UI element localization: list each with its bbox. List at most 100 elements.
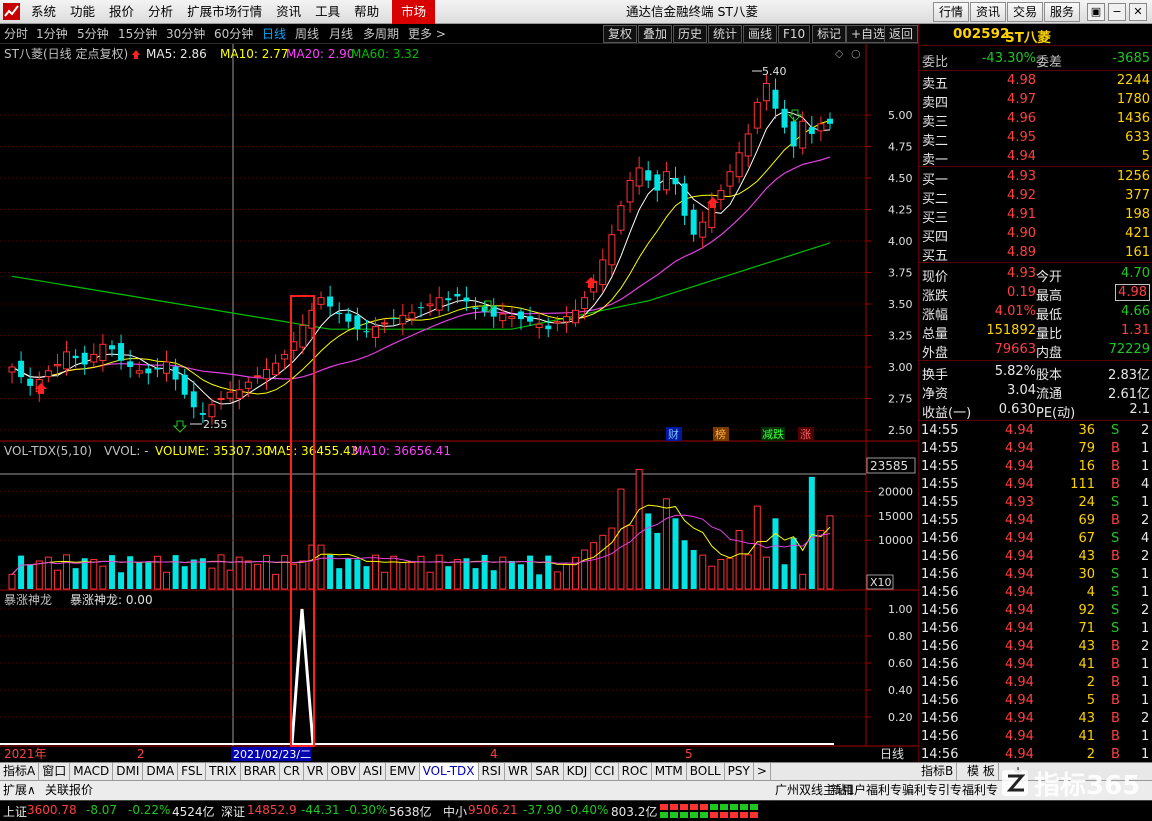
- tick-row[interactable]: 14:56 4.94 43 B 2: [919, 711, 1152, 729]
- restore-icon[interactable]: ▣: [1087, 3, 1105, 21]
- period-5min[interactable]: 5分钟: [77, 24, 109, 44]
- tick-row[interactable]: 14:56 4.94 43 B 2: [919, 549, 1152, 567]
- tick-row[interactable]: 14:56 4.94 92 S 2: [919, 603, 1152, 621]
- menu-market[interactable]: 市场: [392, 0, 436, 24]
- indicator-tab-macd[interactable]: MACD: [70, 763, 114, 780]
- indicator-tab-[interactable]: 窗口: [39, 763, 71, 780]
- overlay-button[interactable]: 叠加: [638, 25, 673, 43]
- ask-level[interactable]: 卖二 4.95 633: [919, 129, 1152, 149]
- menu-analysis[interactable]: 分析: [141, 0, 180, 24]
- close-icon[interactable]: ✕: [1129, 3, 1147, 21]
- finance-row[interactable]: 净资 3.04 流通 2.61亿: [919, 382, 1152, 402]
- sz-index[interactable]: 14852.9: [247, 803, 297, 817]
- scrolling-news[interactable]: 新用户福利专骗利专引专福利专: [830, 781, 998, 800]
- indicator-tab-fsl[interactable]: FSL: [178, 763, 207, 780]
- indicator-tab-a[interactable]: 指标A: [0, 763, 40, 780]
- indicator-tab-dma[interactable]: DMA: [143, 763, 179, 780]
- period-daily[interactable]: 日线: [262, 24, 286, 44]
- indicator-b-tab[interactable]: 指标B: [918, 763, 958, 780]
- finance-row[interactable]: 收益(一) 0.630 PE(动) 2.1: [919, 401, 1152, 421]
- period-multi[interactable]: 多周期: [363, 24, 399, 44]
- period-more[interactable]: 更多 >: [408, 24, 446, 44]
- quotes-button[interactable]: 行情: [933, 2, 970, 22]
- tick-row[interactable]: 14:56 4.94 71 S 1: [919, 621, 1152, 639]
- tick-row[interactable]: 14:56 4.94 41 B 1: [919, 657, 1152, 675]
- period-weekly[interactable]: 周线: [295, 24, 319, 44]
- service-button[interactable]: 服务: [1044, 2, 1081, 22]
- bid-level[interactable]: 买一 4.93 1256: [919, 168, 1152, 188]
- tick-row[interactable]: 14:55 4.94 111 B 4: [919, 477, 1152, 495]
- stat-row[interactable]: 总量 151892 量比 1.31: [919, 322, 1152, 342]
- expand-button[interactable]: 扩展∧: [3, 781, 36, 800]
- tick-row[interactable]: 14:55 4.93 24 S 1: [919, 495, 1152, 513]
- news-button[interactable]: 资讯: [970, 2, 1007, 22]
- chart-area[interactable]: ST八菱(日线 定点复权) MA5: 2.86 MA10: 2.77 MA20:…: [0, 44, 918, 762]
- indicator-tab-psy[interactable]: PSY: [725, 763, 754, 780]
- bid-level[interactable]: 买五 4.89 161: [919, 244, 1152, 264]
- related-quote-button[interactable]: 关联报价: [45, 781, 93, 800]
- indicator-tab-cci[interactable]: CCI: [591, 763, 619, 780]
- f10-button[interactable]: F10: [778, 25, 811, 43]
- indicator-tab-boll[interactable]: BOLL: [687, 763, 725, 780]
- indicator-tab-dmi[interactable]: DMI: [113, 763, 144, 780]
- ask-level[interactable]: 卖三 4.96 1436: [919, 110, 1152, 130]
- statistics-button[interactable]: 统计: [708, 25, 743, 43]
- tick-row[interactable]: 14:55 4.94 69 B 2: [919, 513, 1152, 531]
- template-tab[interactable]: 模 板: [964, 763, 999, 780]
- period-monthly[interactable]: 月线: [329, 24, 353, 44]
- menu-extended-market[interactable]: 扩展市场行情: [180, 0, 269, 24]
- ask-level[interactable]: 卖五 4.98 2244: [919, 72, 1152, 92]
- adjust-button[interactable]: 复权: [603, 25, 638, 43]
- period-intraday[interactable]: 分时: [4, 24, 28, 44]
- indicator-tab-asi[interactable]: ASI: [360, 763, 387, 780]
- zx-index[interactable]: 9506.21: [468, 803, 518, 817]
- stat-row[interactable]: 涨幅 4.01% 最低 4.66: [919, 303, 1152, 323]
- menu-help[interactable]: 帮助: [347, 0, 386, 24]
- back-button[interactable]: 返回: [884, 25, 918, 43]
- sh-index[interactable]: 3600.78: [27, 803, 77, 817]
- indicator-tab-obv[interactable]: OBV: [328, 763, 361, 780]
- finance-row[interactable]: 换手 5.82% 股本 2.83亿: [919, 363, 1152, 383]
- indicator-tab-wr[interactable]: WR: [505, 763, 533, 780]
- trade-button[interactable]: 交易: [1007, 2, 1044, 22]
- indicator-tab-brar[interactable]: BRAR: [241, 763, 281, 780]
- tick-row[interactable]: 14:56 4.94 43 B 2: [919, 639, 1152, 657]
- indicator-tab-sar[interactable]: SAR: [532, 763, 564, 780]
- period-15min[interactable]: 15分钟: [118, 24, 157, 44]
- indicator-tab-emv[interactable]: EMV: [386, 763, 420, 780]
- diamond-icon[interactable]: ◇: [835, 47, 844, 60]
- ask-level[interactable]: 卖四 4.97 1780: [919, 91, 1152, 111]
- menu-function[interactable]: 功能: [63, 0, 102, 24]
- menu-news[interactable]: 资讯: [269, 0, 308, 24]
- history-button[interactable]: 历史: [673, 25, 708, 43]
- menu-system[interactable]: 系统: [24, 0, 63, 24]
- indicator-tab-trix[interactable]: TRIX: [206, 763, 241, 780]
- tick-row[interactable]: 14:56 4.94 5 B 1: [919, 693, 1152, 711]
- indicator-tab-mtm[interactable]: MTM: [652, 763, 687, 780]
- tick-row[interactable]: 14:55 4.94 16 B 1: [919, 459, 1152, 477]
- tick-row[interactable]: 14:55 4.94 36 S 2: [919, 423, 1152, 441]
- stat-row[interactable]: 涨跌 0.19 最高 4.98: [919, 284, 1152, 304]
- bid-level[interactable]: 买四 4.90 421: [919, 225, 1152, 245]
- tick-row[interactable]: 14:56 4.94 30 S 1: [919, 567, 1152, 585]
- draw-line-button[interactable]: 画线: [743, 25, 778, 43]
- mark-button[interactable]: 标记: [812, 25, 847, 43]
- indicator-tab-rsi[interactable]: RSI: [479, 763, 506, 780]
- indicator-tab-roc[interactable]: ROC: [619, 763, 652, 780]
- menu-quotes[interactable]: 报价: [102, 0, 141, 24]
- indicator-tab-vr[interactable]: VR: [304, 763, 328, 780]
- tick-row[interactable]: 14:56 4.94 67 S 4: [919, 531, 1152, 549]
- tick-row[interactable]: 14:56 4.94 2 B 1: [919, 675, 1152, 693]
- period-60min[interactable]: 60分钟: [214, 24, 253, 44]
- period-1min[interactable]: 1分钟: [36, 24, 68, 44]
- tick-row[interactable]: 14:56 4.94 41 B 1: [919, 729, 1152, 747]
- indicator-tab-[interactable]: >: [754, 763, 771, 780]
- ask-level[interactable]: 卖一 4.94 5: [919, 148, 1152, 168]
- kline-chart-svg[interactable]: ST八菱(日线 定点复权) MA5: 2.86 MA10: 2.77 MA20:…: [0, 44, 918, 762]
- bid-level[interactable]: 买二 4.92 377: [919, 187, 1152, 207]
- tick-row[interactable]: 14:56 4.94 4 S 1: [919, 585, 1152, 603]
- period-30min[interactable]: 30分钟: [166, 24, 205, 44]
- stat-row[interactable]: 外盘 79663 内盘 72229: [919, 341, 1152, 361]
- indicator-tab-voltdx[interactable]: VOL-TDX: [419, 763, 479, 780]
- expand-panel-icon[interactable]: ○: [851, 47, 861, 60]
